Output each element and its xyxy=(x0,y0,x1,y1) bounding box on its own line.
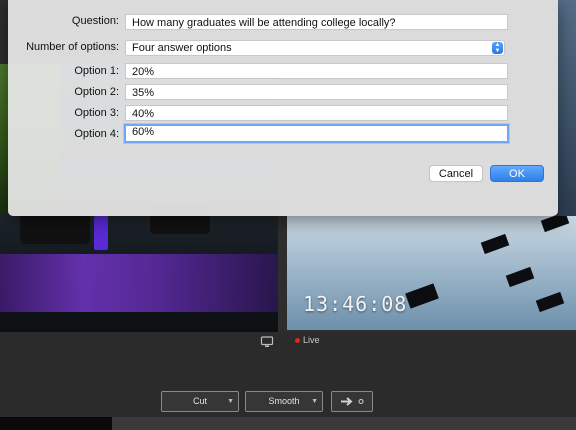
question-input[interactable]: How many graduates will be attending col… xyxy=(125,14,508,30)
smooth-transition-select[interactable]: Smooth ▼ xyxy=(245,391,323,412)
flying-cap xyxy=(505,266,535,288)
bottom-black-block xyxy=(0,417,112,430)
flying-cap xyxy=(535,291,565,313)
poll-dialog: Question: How many graduates will be att… xyxy=(8,0,558,216)
option-3-label: Option 3: xyxy=(74,107,119,119)
cut-label: Cut xyxy=(192,396,207,406)
up-down-chevron-icon: ▲ ▼ xyxy=(492,42,503,54)
flying-cap xyxy=(480,233,510,255)
live-indicator: Live xyxy=(295,335,320,345)
go-transition-button[interactable] xyxy=(331,391,373,412)
option-4-row: Option 4: xyxy=(8,127,119,144)
num-options-row: Number of options: xyxy=(8,40,119,57)
option-2-label: Option 2: xyxy=(74,86,119,98)
ok-button[interactable]: OK xyxy=(490,165,544,182)
option-4-input[interactable]: 60% xyxy=(124,124,509,143)
num-options-label: Number of options: xyxy=(26,41,119,53)
bottom-strip xyxy=(0,417,576,430)
question-row: Question: xyxy=(8,14,119,31)
option-3-row: Option 3: xyxy=(8,106,119,123)
tassel xyxy=(94,216,108,250)
option-2-input[interactable]: 35% xyxy=(125,84,508,100)
num-options-value: Four answer options xyxy=(132,42,232,54)
chevron-down-icon: ▼ xyxy=(311,398,318,405)
live-label: Live xyxy=(303,335,320,345)
cut-transition-select[interactable]: Cut ▼ xyxy=(161,391,239,412)
chevron-down-icon: ▼ xyxy=(227,398,234,405)
option-1-label: Option 1: xyxy=(74,65,119,77)
purple-overlay-band xyxy=(0,254,278,312)
question-label: Question: xyxy=(71,15,119,27)
smooth-label: Smooth xyxy=(268,396,300,406)
cancel-button[interactable]: Cancel xyxy=(429,165,483,182)
background-sky-strip xyxy=(558,0,576,216)
option-2-row: Option 2: xyxy=(8,85,119,102)
live-dot-icon xyxy=(295,338,300,344)
graduation-cap xyxy=(20,214,90,244)
option-4-label: Option 4: xyxy=(74,128,119,140)
option-1-row: Option 1: xyxy=(8,64,119,81)
option-3-input[interactable]: 40% xyxy=(125,105,508,121)
clock-overlay: 13:46:08 xyxy=(303,292,408,316)
option-1-input[interactable]: 20% xyxy=(125,63,508,79)
flying-cap xyxy=(540,216,570,233)
monitor-icon[interactable] xyxy=(260,335,274,349)
flying-cap xyxy=(405,283,439,309)
num-options-select[interactable]: Four answer options ▲ ▼ xyxy=(125,40,505,56)
arrow-right-icon xyxy=(341,397,364,406)
